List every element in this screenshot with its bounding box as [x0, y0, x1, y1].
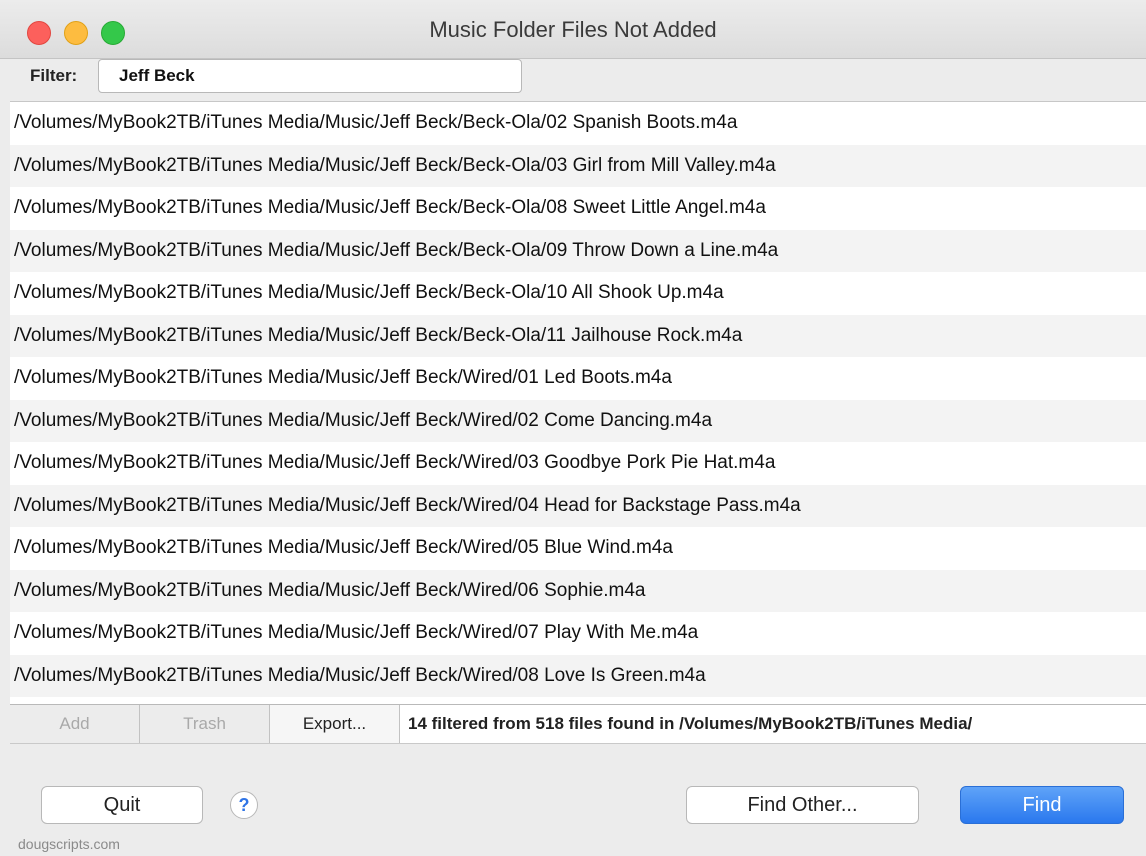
add-button[interactable]: Add	[10, 705, 140, 743]
list-item[interactable]: /Volumes/MyBook2TB/iTunes Media/Music/Je…	[10, 229, 1146, 272]
list-item[interactable]: /Volumes/MyBook2TB/iTunes Media/Music/Je…	[10, 272, 1146, 315]
title-bar[interactable]: Music Folder Files Not Added	[0, 0, 1146, 59]
app-window: Music Folder Files Not Added Filter: /Vo…	[0, 0, 1146, 856]
list-toolbar: Add Trash Export... 14 filtered from 518…	[10, 704, 1146, 744]
list-item[interactable]: /Volumes/MyBook2TB/iTunes Media/Music/Je…	[10, 314, 1146, 357]
credit-link[interactable]: dougscripts.com	[18, 836, 120, 852]
list-item[interactable]: /Volumes/MyBook2TB/iTunes Media/Music/Je…	[10, 144, 1146, 187]
filter-input[interactable]	[98, 59, 522, 93]
export-button[interactable]: Export...	[270, 705, 400, 743]
trash-button[interactable]: Trash	[140, 705, 270, 743]
find-button[interactable]: Find	[960, 786, 1124, 824]
list-item[interactable]: /Volumes/MyBook2TB/iTunes Media/Music/Je…	[10, 654, 1146, 697]
list-item[interactable]: /Volumes/MyBook2TB/iTunes Media/Music/Je…	[10, 442, 1146, 485]
quit-button[interactable]: Quit	[41, 786, 203, 824]
list-item[interactable]: /Volumes/MyBook2TB/iTunes Media/Music/Je…	[10, 484, 1146, 527]
list-item[interactable]: /Volumes/MyBook2TB/iTunes Media/Music/Je…	[10, 102, 1146, 145]
list-item[interactable]: /Volumes/MyBook2TB/iTunes Media/Music/Je…	[10, 612, 1146, 655]
filter-label: Filter:	[30, 66, 78, 85]
find-other-button[interactable]: Find Other...	[686, 786, 919, 824]
list-item[interactable]: /Volumes/MyBook2TB/iTunes Media/Music/Je…	[10, 187, 1146, 230]
status-text: 14 filtered from 518 files found in /Vol…	[400, 705, 1146, 743]
file-list[interactable]: /Volumes/MyBook2TB/iTunes Media/Music/Je…	[10, 101, 1146, 705]
help-icon[interactable]: ?	[230, 791, 258, 819]
list-item[interactable]: /Volumes/MyBook2TB/iTunes Media/Music/Je…	[10, 527, 1146, 570]
list-item[interactable]: /Volumes/MyBook2TB/iTunes Media/Music/Je…	[10, 569, 1146, 612]
list-item[interactable]: /Volumes/MyBook2TB/iTunes Media/Music/Je…	[10, 357, 1146, 400]
list-item[interactable]: /Volumes/MyBook2TB/iTunes Media/Music/Je…	[10, 399, 1146, 442]
window-title: Music Folder Files Not Added	[429, 17, 717, 42]
